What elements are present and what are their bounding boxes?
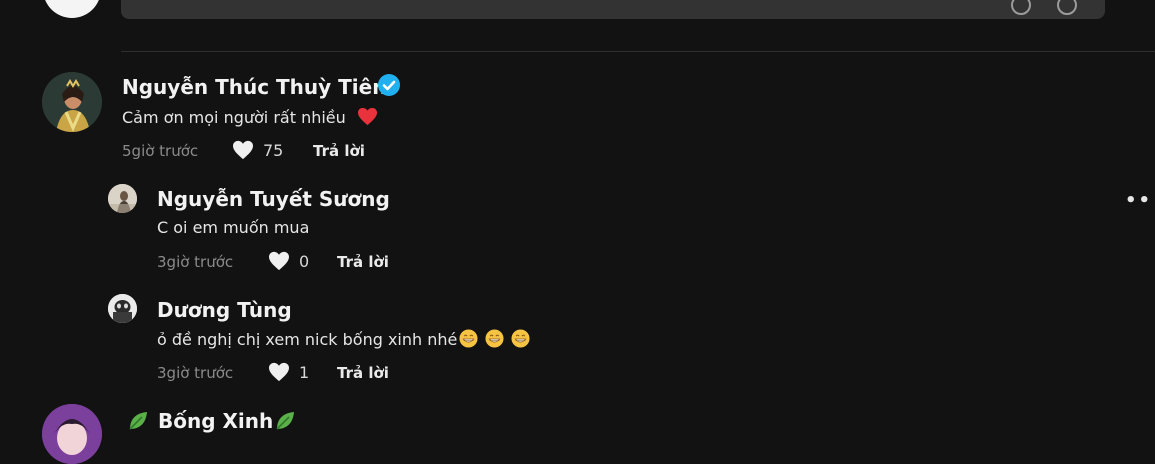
emoji-icon[interactable]: [1011, 0, 1031, 15]
leaf-icon: [129, 412, 147, 430]
red-heart-emoji-icon: [357, 107, 377, 126]
like-count: 75: [263, 140, 284, 160]
commenter-name[interactable]: Nguyễn Tuyết Sương: [157, 187, 390, 211]
commenter-name[interactable]: Bống Xinh: [158, 409, 273, 433]
comment-text: C oi em muốn mua: [157, 218, 310, 237]
avatar[interactable]: [42, 404, 102, 464]
avatar[interactable]: [108, 294, 137, 323]
comment-text-content: Cảm ơn mọi người rất nhiều: [122, 108, 346, 127]
comment-text: Cảm ơn mọi người rất nhiều: [122, 107, 378, 127]
like-button[interactable]: 75: [232, 140, 283, 160]
like-count: 1: [299, 362, 310, 382]
reply-button[interactable]: Trả lời: [337, 253, 389, 271]
like-button[interactable]: 0: [268, 251, 309, 271]
comment-time: 5giờ trước: [122, 142, 199, 160]
heart-icon: [269, 362, 289, 382]
leaf-icon: [276, 412, 294, 430]
divider: [121, 51, 1155, 52]
avatar-image: [42, 404, 102, 464]
like-button[interactable]: 1: [268, 362, 309, 382]
more-icon[interactable]: ••: [1125, 190, 1152, 211]
verified-badge-icon: [378, 74, 400, 96]
comment-text: ỏ đề nghị chị xem nick bống xinh nhé: [157, 329, 530, 349]
comment-input-box[interactable]: [121, 0, 1105, 19]
comment-time: 3giờ trước: [157, 253, 234, 271]
like-count: 0: [299, 251, 310, 271]
grinning-emoji-icon: [511, 329, 530, 348]
heart-icon: [233, 140, 253, 160]
comment-text-content: ỏ đề nghị chị xem nick bống xinh nhé: [157, 330, 458, 349]
avatar-image: [108, 184, 137, 213]
grinning-emoji-icon: [485, 329, 504, 348]
reply-button[interactable]: Trả lời: [337, 364, 389, 382]
mention-icon[interactable]: [1057, 0, 1077, 15]
avatar[interactable]: [42, 72, 102, 132]
avatar[interactable]: [108, 184, 137, 213]
reply-button[interactable]: Trả lời: [313, 142, 365, 160]
avatar-image: [108, 294, 137, 323]
current-user-avatar[interactable]: [43, 0, 101, 18]
avatar-image: [42, 72, 102, 132]
commenter-name[interactable]: Nguyễn Thúc Thuỳ Tiên: [122, 75, 386, 99]
commenter-name[interactable]: Dương Tùng: [157, 298, 292, 322]
grinning-emoji-icon: [459, 329, 478, 348]
comment-time: 3giờ trước: [157, 364, 234, 382]
heart-icon: [269, 251, 289, 271]
